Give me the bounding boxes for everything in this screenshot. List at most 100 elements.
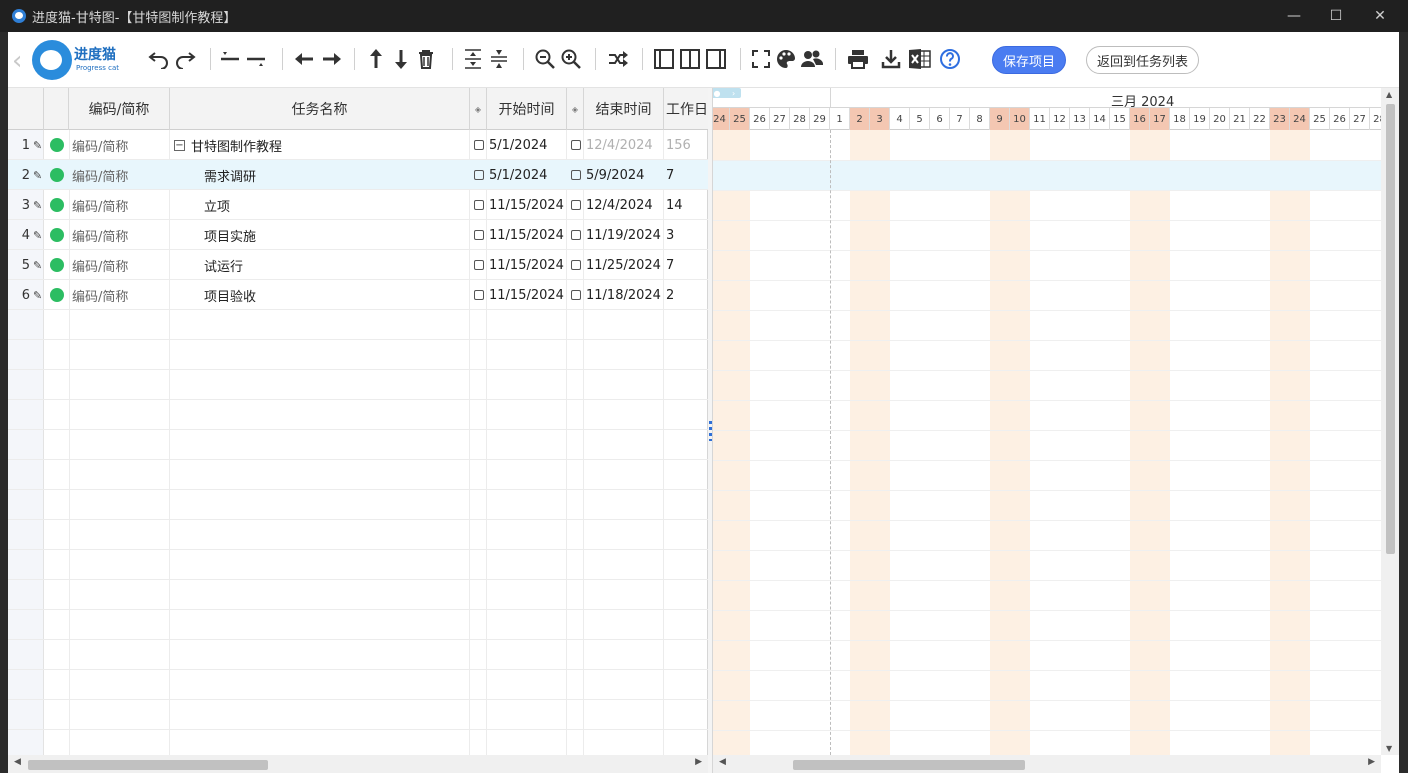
- scroll-right-icon[interactable]: ▶: [1368, 757, 1375, 767]
- task-name-cell[interactable]: 项目实施: [172, 220, 468, 250]
- duration-cell[interactable]: 7: [666, 250, 706, 280]
- end-checkbox[interactable]: [571, 170, 581, 180]
- start-date-cell[interactable]: 5/1/2024: [474, 130, 566, 160]
- close-button[interactable]: ✕: [1357, 0, 1403, 32]
- code-cell[interactable]: 编码/简称: [72, 250, 168, 280]
- table-row[interactable]: 3 ✎ 编码/简称 立项 11/15/2024 12/4/2024 14: [8, 190, 708, 220]
- redo-icon[interactable]: [172, 46, 198, 72]
- end-checkbox[interactable]: [571, 140, 581, 150]
- header-end-time[interactable]: 结束时间: [584, 88, 664, 130]
- scroll-left-icon[interactable]: ◀: [719, 757, 726, 767]
- edit-pencil-icon[interactable]: ✎: [33, 280, 43, 310]
- code-cell[interactable]: 编码/简称: [72, 130, 168, 160]
- insert-above-icon[interactable]: [218, 46, 244, 72]
- table-row[interactable]: 4 ✎ 编码/简称 项目实施 11/15/2024 11/19/2024 3: [8, 220, 708, 250]
- edit-pencil-icon[interactable]: ✎: [33, 190, 43, 220]
- chart-scroll-thumb[interactable]: [793, 760, 1025, 770]
- save-project-button[interactable]: 保存项目: [992, 46, 1066, 74]
- end-checkbox[interactable]: [571, 290, 581, 300]
- chart-vertical-scrollbar[interactable]: ▲ ▼: [1381, 88, 1399, 755]
- outdent-arrow-left-icon[interactable]: [292, 46, 318, 72]
- scroll-left-icon[interactable]: ◀: [14, 757, 21, 767]
- table-row[interactable]: 5 ✎ 编码/简称 试运行 11/15/2024 11/25/2024 7: [8, 250, 708, 280]
- expand-all-icon[interactable]: [460, 46, 486, 72]
- start-date-cell[interactable]: 5/1/2024: [474, 160, 566, 190]
- end-checkbox[interactable]: [571, 260, 581, 270]
- splitter-grip-icon[interactable]: [709, 421, 712, 441]
- edit-pencil-icon[interactable]: ✎: [33, 220, 43, 250]
- header-duration[interactable]: 工作日: [664, 88, 708, 130]
- header-end-toggle-icon[interactable]: ◈: [567, 88, 584, 130]
- duration-cell[interactable]: 2: [666, 280, 706, 310]
- minimize-button[interactable]: —: [1271, 0, 1317, 32]
- layout-grid-only-icon[interactable]: [651, 46, 677, 72]
- code-cell[interactable]: 编码/简称: [72, 190, 168, 220]
- end-date-cell[interactable]: 11/25/2024: [571, 250, 663, 280]
- start-date-cell[interactable]: 11/15/2024: [474, 220, 566, 250]
- start-checkbox[interactable]: [474, 200, 484, 210]
- help-icon[interactable]: [937, 46, 963, 72]
- duration-cell[interactable]: 7: [666, 160, 706, 190]
- code-cell[interactable]: 编码/简称: [72, 280, 168, 310]
- code-cell[interactable]: 编码/简称: [72, 160, 168, 190]
- indent-arrow-right-icon[interactable]: [318, 46, 344, 72]
- header-start-time[interactable]: 开始时间: [487, 88, 567, 130]
- members-icon[interactable]: [799, 46, 825, 72]
- move-up-icon[interactable]: [363, 46, 389, 72]
- end-checkbox[interactable]: [571, 200, 581, 210]
- chart-horizontal-scrollbar[interactable]: ◀ ▶: [713, 755, 1381, 773]
- move-down-icon[interactable]: [388, 46, 414, 72]
- start-date-cell[interactable]: 11/15/2024: [474, 250, 566, 280]
- layout-split-icon[interactable]: [677, 46, 703, 72]
- end-date-cell[interactable]: 12/4/2024: [571, 130, 663, 160]
- start-checkbox[interactable]: [474, 230, 484, 240]
- layout-chart-only-icon[interactable]: [703, 46, 729, 72]
- duration-cell[interactable]: 156: [666, 130, 706, 160]
- download-icon[interactable]: [878, 46, 904, 72]
- start-checkbox[interactable]: [474, 290, 484, 300]
- maximize-button[interactable]: ☐: [1313, 0, 1359, 32]
- zoom-in-icon[interactable]: [558, 46, 584, 72]
- insert-below-icon[interactable]: [244, 46, 270, 72]
- logo[interactable]: ‹ 进度猫 Progress cat: [12, 40, 127, 80]
- header-start-toggle-icon[interactable]: ◈: [470, 88, 487, 130]
- duration-cell[interactable]: 14: [666, 190, 706, 220]
- start-date-cell[interactable]: 11/15/2024: [474, 190, 566, 220]
- edit-pencil-icon[interactable]: ✎: [33, 250, 43, 280]
- task-name-cell[interactable]: 需求调研: [172, 160, 468, 190]
- task-name-cell[interactable]: 项目验收: [172, 280, 468, 310]
- duration-cell[interactable]: 3: [666, 220, 706, 250]
- header-task-name[interactable]: 任务名称: [170, 88, 470, 130]
- grid-horizontal-scrollbar[interactable]: ◀ ▶: [8, 755, 708, 773]
- link-shuffle-icon[interactable]: [605, 46, 631, 72]
- grid-scroll-thumb[interactable]: [28, 760, 268, 770]
- scroll-down-icon[interactable]: ▼: [1386, 744, 1392, 753]
- edit-pencil-icon[interactable]: ✎: [33, 130, 43, 160]
- end-date-cell[interactable]: 11/19/2024: [571, 220, 663, 250]
- chart-vscroll-thumb[interactable]: [1386, 104, 1395, 554]
- scroll-right-icon[interactable]: ▶: [695, 757, 702, 767]
- edit-pencil-icon[interactable]: ✎: [33, 160, 43, 190]
- start-checkbox[interactable]: [474, 170, 484, 180]
- fullscreen-icon[interactable]: [748, 46, 774, 72]
- task-name-cell[interactable]: − 甘特图制作教程: [172, 130, 468, 160]
- end-date-cell[interactable]: 12/4/2024: [571, 190, 663, 220]
- start-checkbox[interactable]: [474, 140, 484, 150]
- export-excel-icon[interactable]: [907, 46, 933, 72]
- end-checkbox[interactable]: [571, 230, 581, 240]
- undo-icon[interactable]: [146, 46, 172, 72]
- zoom-out-icon[interactable]: [532, 46, 558, 72]
- timeline-nav-icon[interactable]: ‹●›: [713, 88, 741, 98]
- end-date-cell[interactable]: 5/9/2024: [571, 160, 663, 190]
- collapse-toggle-icon[interactable]: −: [174, 139, 185, 151]
- back-to-task-list-button[interactable]: 返回到任务列表: [1086, 46, 1199, 74]
- delete-trash-icon[interactable]: [413, 46, 439, 72]
- scroll-up-icon[interactable]: ▲: [1386, 90, 1392, 99]
- start-checkbox[interactable]: [474, 260, 484, 270]
- table-row[interactable]: 6 ✎ 编码/简称 项目验收 11/15/2024 11/18/2024 2: [8, 280, 708, 310]
- palette-icon[interactable]: [773, 46, 799, 72]
- start-date-cell[interactable]: 11/15/2024: [474, 280, 566, 310]
- print-icon[interactable]: [845, 46, 871, 72]
- table-row[interactable]: 2 ✎ 编码/简称 需求调研 5/1/2024 5/9/2024 7: [8, 160, 708, 190]
- code-cell[interactable]: 编码/简称: [72, 220, 168, 250]
